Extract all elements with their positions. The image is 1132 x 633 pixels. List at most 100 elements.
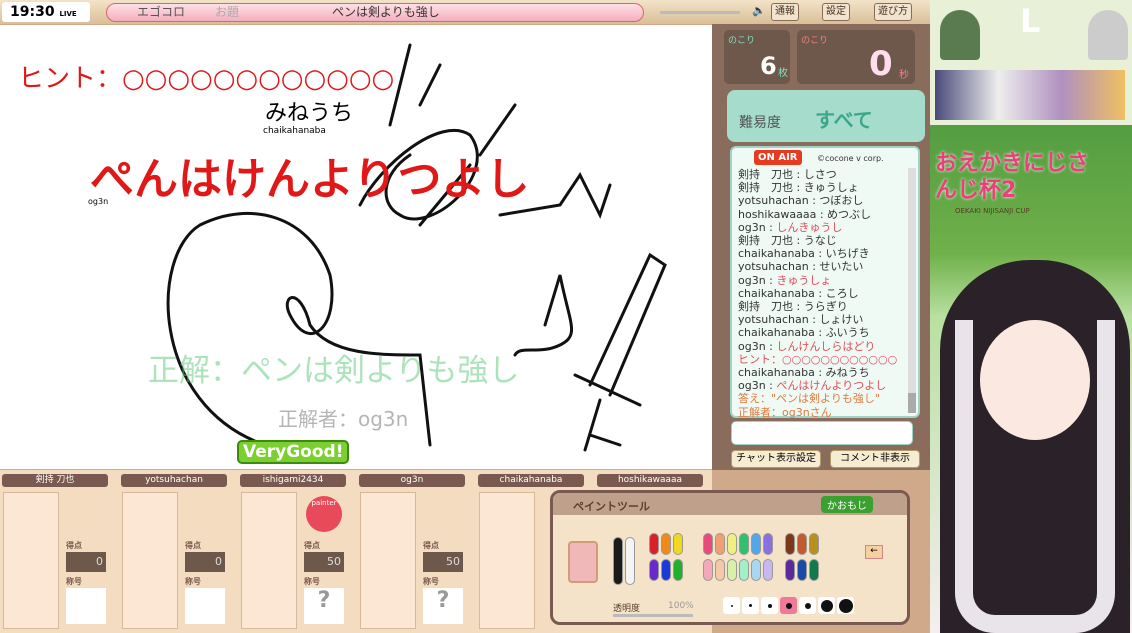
chat-scrollbar[interactable]: [908, 168, 916, 413]
chat-message: yotsuhachan : つぼおし: [738, 194, 864, 208]
kaomoji-button[interactable]: かおもじ: [821, 496, 873, 513]
brush-size-button[interactable]: [837, 597, 854, 614]
title-label: 称号: [185, 577, 201, 586]
undo-arrow-icon[interactable]: ←: [865, 545, 883, 559]
player-title-badge: ?: [304, 588, 344, 624]
brush-size-button[interactable]: [818, 597, 835, 614]
chat-user: og3n: [738, 379, 766, 393]
chat-text: うらぎり: [803, 300, 848, 314]
copyright: ©cocone v corp.: [817, 154, 884, 163]
speaker-icon[interactable]: 🔈: [752, 4, 766, 17]
player-card[interactable]: 剣持 刀也 得点 0 称号: [0, 470, 118, 633]
color-pen[interactable]: [809, 559, 819, 581]
chat-text: きゅうしょ: [803, 181, 859, 195]
color-pen[interactable]: [649, 533, 659, 555]
chat-input[interactable]: [731, 421, 913, 445]
chat-user: yotsuhachan: [738, 194, 809, 208]
color-pen[interactable]: [649, 559, 659, 581]
color-pen[interactable]: [751, 559, 761, 581]
player-avatar: [360, 492, 416, 629]
chat-message: og3n : ぺんはけんよりつよし: [738, 379, 887, 393]
sheets-counter: のこり 6 枚: [724, 30, 790, 84]
corner-letter: L: [1020, 2, 1041, 40]
very-good-badge: VeryGood!: [237, 440, 350, 464]
logo-subtitle: OEKAKI NIJISANJI CUP: [955, 207, 1030, 215]
top-bar: 19:30 LIVE エゴコロ お題 ペンは剣よりも強し 🔈 通報 設定 遊び方: [0, 0, 930, 24]
opacity-slider[interactable]: [613, 614, 693, 617]
color-pen[interactable]: [751, 533, 761, 555]
chat-text: いちげき: [825, 247, 870, 261]
event-logo: おえかきにじさんじ杯2 OEKAKI NIJISANJI CUP: [935, 145, 1125, 230]
chat-text: しんきゅうし: [776, 220, 843, 234]
color-pen[interactable]: [703, 533, 713, 555]
brush-size-button[interactable]: [742, 597, 759, 614]
chat-text: 答え："ペンは剣よりも強し": [738, 392, 880, 406]
on-air-badge: ON AIR: [754, 150, 802, 166]
brush-size-button[interactable]: [761, 597, 778, 614]
chat-message: chaikahanaba : ころし: [738, 286, 859, 300]
paint-tool-panel: ペイントツール かおもじ 透明度 100% ←: [550, 490, 910, 625]
volume-slider[interactable]: [660, 11, 740, 14]
brush-size-button[interactable]: [723, 597, 740, 614]
drawing-canvas[interactable]: ヒント：○○○○○○○○○○○○ みねうち chaikahanaba ぺんはけん…: [0, 25, 712, 469]
player-card[interactable]: yotsuhachan 得点 0 称号: [119, 470, 237, 633]
chat-message: yotsuhachan : しょけい: [738, 313, 864, 327]
color-pen[interactable]: [727, 533, 737, 555]
color-pen[interactable]: [715, 559, 725, 581]
topic-bar: エゴコロ お題 ペンは剣よりも強し: [106, 3, 644, 22]
color-pen[interactable]: [739, 559, 749, 581]
color-pen[interactable]: [797, 533, 807, 555]
eraser-bucket-icon[interactable]: [568, 541, 598, 583]
color-pen[interactable]: [797, 559, 807, 581]
guess-text: みねうち: [265, 101, 354, 126]
hide-comments-button[interactable]: コメント非表示: [830, 450, 920, 468]
player-card[interactable]: og3n 得点 50 称号?: [357, 470, 475, 633]
brush-size-button[interactable]: [799, 597, 816, 614]
chat-display-settings-button[interactable]: チャット表示設定: [731, 450, 821, 468]
player-name: ishigami2434: [240, 474, 346, 487]
color-pen[interactable]: [809, 533, 819, 555]
color-pen[interactable]: [727, 559, 737, 581]
howto-label: 遊び方: [878, 6, 908, 17]
player-card[interactable]: ishigami2434 得点 50 称号? painter: [238, 470, 356, 633]
settings-button[interactable]: 設定: [822, 3, 850, 21]
chat-message: og3n : きゅうしょ: [738, 273, 832, 287]
title-label: 称号: [66, 577, 82, 586]
color-pen[interactable]: [785, 559, 795, 581]
brush-size-button[interactable]: [780, 597, 797, 614]
color-pen[interactable]: [661, 559, 671, 581]
title-label: 称号: [304, 577, 320, 586]
color-pen[interactable]: [613, 537, 623, 585]
color-pen[interactable]: [703, 559, 713, 581]
color-pen[interactable]: [673, 533, 683, 555]
player-title-badge: [66, 588, 106, 624]
game-name: エゴコロ: [137, 5, 186, 19]
chat-text: しょけい: [819, 313, 864, 327]
chat-user: og3n: [738, 220, 766, 234]
chat-user: og3n: [738, 273, 766, 287]
chat-user: og3n: [738, 339, 766, 353]
color-pen[interactable]: [763, 559, 773, 581]
howto-button[interactable]: 遊び方: [874, 3, 912, 21]
score-label: 得点: [185, 541, 201, 550]
chat-message: chaikahanaba : みねうち: [738, 366, 870, 380]
color-pen[interactable]: [763, 533, 773, 555]
chat-log[interactable]: ON AIR ©cocone v corp. 剣持 刀也 : しさつ 剣持 刀也 …: [730, 146, 920, 419]
logo-title: おえかきにじさんじ杯2: [935, 151, 1090, 203]
color-pen[interactable]: [661, 533, 671, 555]
live-label: LIVE: [59, 10, 77, 18]
color-pen[interactable]: [785, 533, 795, 555]
opacity-value: 100%: [668, 601, 694, 611]
color-pen[interactable]: [715, 533, 725, 555]
hint-text: ヒント：○○○○○○○○○○○○: [18, 64, 395, 94]
chat-messages: 剣持 刀也 : しさつ 剣持 刀也 : きゅうしょ yotsuhachan : つぼ…: [738, 168, 914, 419]
color-pen[interactable]: [625, 537, 635, 585]
player-name: chaikahanaba: [478, 474, 584, 487]
chat-message: og3n : しんきゅうし: [738, 220, 843, 234]
chat-user: 剣持 刀也: [738, 168, 793, 181]
difficulty-panel[interactable]: 難易度 すべて: [727, 90, 925, 142]
color-pen[interactable]: [739, 533, 749, 555]
chat-user: chaikahanaba: [738, 366, 815, 380]
color-pen[interactable]: [673, 559, 683, 581]
report-button[interactable]: 通報: [771, 3, 799, 21]
